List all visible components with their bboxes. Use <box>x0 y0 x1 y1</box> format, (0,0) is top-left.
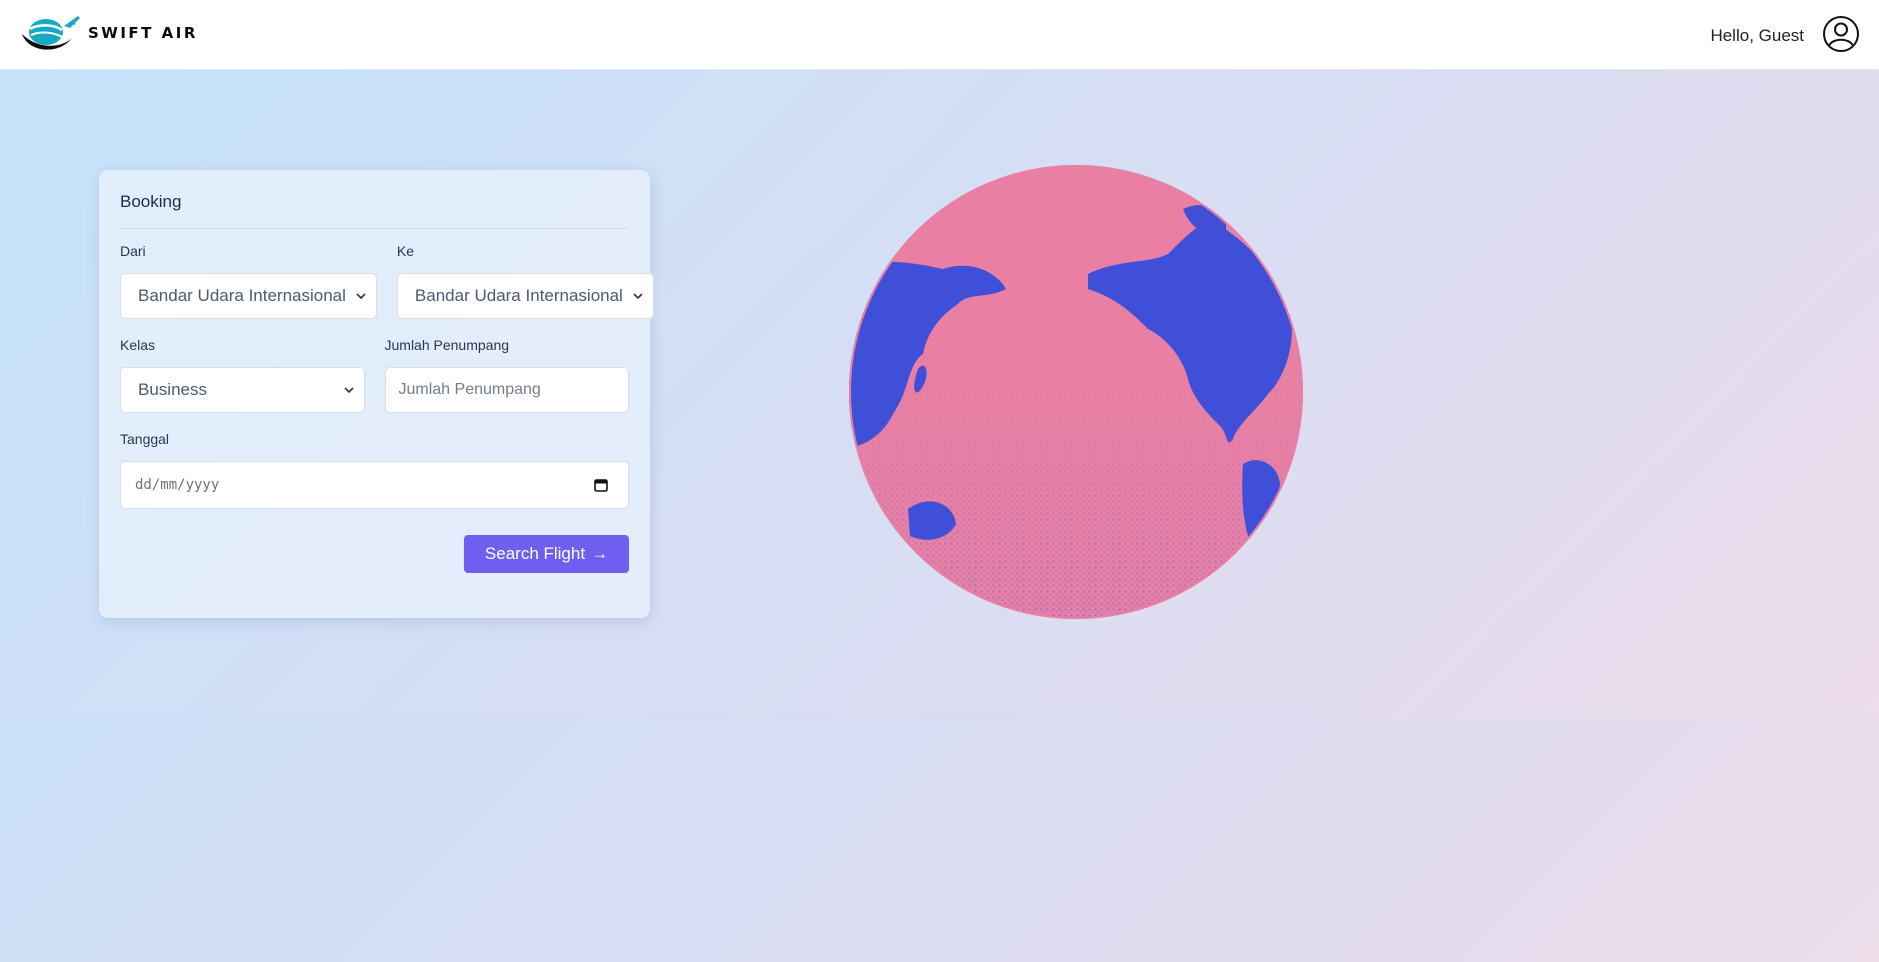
passengers-placeholder: Jumlah Penumpang <box>398 381 541 398</box>
greeting-text: Hello, Guest <box>1710 26 1804 45</box>
date-label: Tanggal <box>120 431 170 447</box>
to-select-value: Bandar Udara Internasional <box>414 286 623 305</box>
brand-name: SWIFT AIR <box>88 24 198 42</box>
chevron-down-icon <box>356 293 366 300</box>
calendar-icon[interactable] <box>594 478 608 492</box>
hero-section: Booking Dari Bandar Udara Internasional … <box>0 70 1879 715</box>
search-flight-button[interactable]: Search Flight → <box>464 535 629 573</box>
top-navbar: SWIFT AIR Hello, Guest <box>0 0 1879 70</box>
date-placeholder: dd/mm/yyyy <box>135 477 220 493</box>
brand-logo[interactable]: SWIFT AIR <box>18 12 198 54</box>
class-select[interactable]: Business <box>120 367 365 413</box>
date-input[interactable]: dd/mm/yyyy <box>120 461 629 509</box>
from-label: Dari <box>120 243 146 259</box>
chevron-down-icon <box>343 387 354 394</box>
class-label: Kelas <box>120 337 156 353</box>
from-select[interactable]: Bandar Udara Internasional <box>120 273 377 319</box>
booking-title: Booking <box>120 192 182 211</box>
booking-card: Booking Dari Bandar Udara Internasional … <box>99 170 654 618</box>
divider <box>120 228 629 229</box>
user-circle-icon[interactable] <box>1822 15 1860 53</box>
to-label: Ke <box>396 243 415 259</box>
arrow-right-icon: → <box>591 544 609 563</box>
chevron-down-icon <box>633 293 643 300</box>
class-select-value: Business <box>138 380 207 399</box>
passengers-input[interactable]: Jumlah Penumpang <box>384 367 629 413</box>
globe-illustration <box>849 165 1303 619</box>
plane-globe-icon <box>22 16 80 50</box>
passengers-label: Jumlah Penumpang <box>384 337 510 353</box>
search-flight-label: Search Flight <box>484 544 586 563</box>
from-select-value: Bandar Udara Internasional <box>138 286 346 305</box>
to-select[interactable]: Bandar Udara Internasional <box>396 273 654 319</box>
